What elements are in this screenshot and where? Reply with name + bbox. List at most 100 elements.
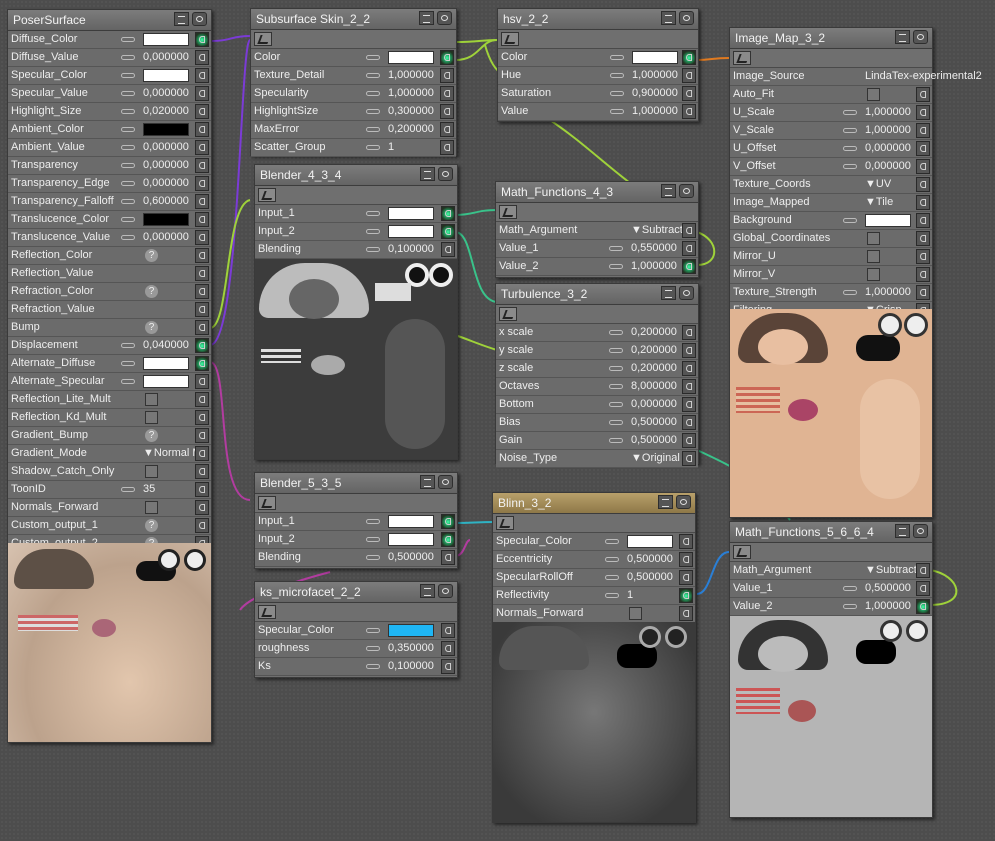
plug-icon[interactable] [682, 68, 696, 83]
color-swatch[interactable] [143, 33, 189, 46]
param-row-mirror-v[interactable]: Mirror_V [730, 266, 932, 284]
plug-icon[interactable] [195, 104, 209, 119]
param-value[interactable]: 1,000000 [632, 105, 678, 117]
param-value[interactable]: 0,500000 [631, 434, 677, 446]
dropdown[interactable]: ▼Original [631, 452, 680, 464]
param-value[interactable]: 1,000000 [388, 69, 434, 81]
param-row-gradient-bump[interactable]: Gradient_Bump? [8, 427, 211, 445]
plug-icon[interactable] [441, 641, 455, 656]
dropdown[interactable]: ▼UV [865, 178, 891, 190]
param-value[interactable]: 35 [143, 483, 155, 495]
param-row-saturation[interactable]: Saturation 0,900000 [498, 85, 698, 103]
checkbox[interactable] [867, 232, 880, 245]
param-value[interactable]: 0,000000 [143, 87, 189, 99]
param-row-normals-forward[interactable]: Normals_Forward [493, 605, 695, 623]
plug-icon[interactable] [682, 325, 696, 340]
param-row-texture-detail[interactable]: Texture_Detail 1,000000 [251, 67, 456, 85]
link-icon[interactable] [121, 37, 135, 42]
param-value[interactable]: 1,000000 [865, 286, 911, 298]
plug-icon[interactable] [916, 249, 930, 264]
node-subsurface-skin[interactable]: Subsurface Skin_2_2 Color Texture_Detail 1… [250, 8, 457, 157]
node-output-icon[interactable] [496, 516, 514, 530]
plug-icon[interactable] [682, 415, 696, 430]
node-turbulence[interactable]: Turbulence_3_2 x scale 0,200000 y scale 0,2… [495, 283, 699, 468]
link-icon[interactable] [610, 55, 624, 60]
plug-icon[interactable] [195, 518, 209, 533]
plug-icon[interactable] [441, 224, 455, 239]
plug-icon[interactable] [440, 68, 454, 83]
color-swatch[interactable] [388, 51, 434, 64]
param-row-math-argument[interactable]: Math_Argument ▼Subtract [730, 562, 932, 580]
link-icon[interactable] [605, 593, 619, 598]
plug-icon[interactable] [679, 588, 693, 603]
link-icon[interactable] [609, 384, 623, 389]
param-row-custom-output-1[interactable]: Custom_output_1? [8, 517, 211, 535]
plug-icon[interactable] [195, 338, 209, 353]
param-row-specular-value[interactable]: Specular_Value 0,000000 [8, 85, 211, 103]
plug-icon[interactable] [440, 140, 454, 155]
node-title[interactable]: Math_Functions_5_6_6_4 [730, 522, 932, 543]
param-row-input-1[interactable]: Input_1 [255, 513, 457, 531]
node-output-icon[interactable] [258, 605, 276, 619]
dropdown[interactable]: ▼Subtract [631, 224, 683, 236]
param-value[interactable]: 0,500000 [627, 571, 673, 583]
link-icon[interactable] [121, 181, 135, 186]
node-hsv[interactable]: hsv_2_2 Color Hue 1,000000 Saturation 0,9000… [497, 8, 699, 122]
plug-icon[interactable] [440, 122, 454, 137]
menu-icon[interactable] [420, 167, 435, 181]
node-math-functions-4[interactable]: Math_Functions_4_3 Math_Argument ▼Subtrac… [495, 181, 699, 278]
eye-icon[interactable] [913, 524, 928, 538]
plug-icon[interactable] [195, 68, 209, 83]
menu-icon[interactable] [420, 584, 435, 598]
link-icon[interactable] [843, 604, 857, 609]
param-row-input-2[interactable]: Input_2 [255, 223, 457, 241]
param-row-image-source[interactable]: Image_Source LindaTex-experimental2 [730, 68, 982, 86]
link-icon[interactable] [121, 109, 135, 114]
color-swatch[interactable] [388, 533, 434, 546]
link-icon[interactable] [121, 91, 135, 96]
param-value[interactable]: 1,000000 [632, 69, 678, 81]
param-value[interactable]: 0,200000 [631, 326, 677, 338]
node-title[interactable]: Blinn_3_2 [493, 493, 695, 514]
param-row-displacement[interactable]: Displacement 0,040000 [8, 337, 211, 355]
plug-icon[interactable] [195, 140, 209, 155]
plug-icon[interactable] [195, 248, 209, 263]
param-row-normals-forward[interactable]: Normals_Forward [8, 499, 211, 517]
param-value[interactable]: 1 [388, 141, 394, 153]
param-row-value-2[interactable]: Value_2 1,000000 [730, 598, 932, 616]
node-title[interactable]: hsv_2_2 [498, 9, 698, 30]
plug-icon[interactable] [195, 194, 209, 209]
color-swatch[interactable] [143, 123, 189, 136]
menu-icon[interactable] [419, 11, 434, 25]
plug-icon[interactable] [195, 158, 209, 173]
param-row-ambient-color[interactable]: Ambient_Color [8, 121, 211, 139]
param-row-shadow-catch-only[interactable]: Shadow_Catch_Only [8, 463, 211, 481]
param-value[interactable]: 0,500000 [631, 416, 677, 428]
help-icon[interactable]: ? [145, 285, 158, 298]
plug-icon[interactable] [679, 534, 693, 549]
eye-icon[interactable] [438, 584, 453, 598]
param-row-reflection-color[interactable]: Reflection_Color? [8, 247, 211, 265]
link-icon[interactable] [121, 217, 135, 222]
param-row-global-coordinates[interactable]: Global_Coordinates [730, 230, 932, 248]
menu-icon[interactable] [895, 524, 910, 538]
param-row-refraction-color[interactable]: Refraction_Color? [8, 283, 211, 301]
link-icon[interactable] [609, 366, 623, 371]
param-row-ambient-value[interactable]: Ambient_Value 0,000000 [8, 139, 211, 157]
link-icon[interactable] [609, 438, 623, 443]
color-swatch[interactable] [143, 213, 189, 226]
link-icon[interactable] [605, 575, 619, 580]
param-row-z-scale[interactable]: z scale 0,200000 [496, 360, 698, 378]
param-row-transparency-edge[interactable]: Transparency_Edge 0,000000 [8, 175, 211, 193]
param-row-v-scale[interactable]: V_Scale 1,000000 [730, 122, 932, 140]
plug-icon[interactable] [195, 500, 209, 515]
plug-icon[interactable] [195, 482, 209, 497]
link-icon[interactable] [121, 163, 135, 168]
node-title[interactable]: Subsurface Skin_2_2 [251, 9, 456, 30]
plug-icon[interactable] [682, 343, 696, 358]
param-value[interactable]: 0,200000 [388, 123, 434, 135]
plug-icon[interactable] [440, 86, 454, 101]
eye-icon[interactable] [438, 475, 453, 489]
plug-icon[interactable] [195, 284, 209, 299]
param-value[interactable]: 0,900000 [632, 87, 678, 99]
